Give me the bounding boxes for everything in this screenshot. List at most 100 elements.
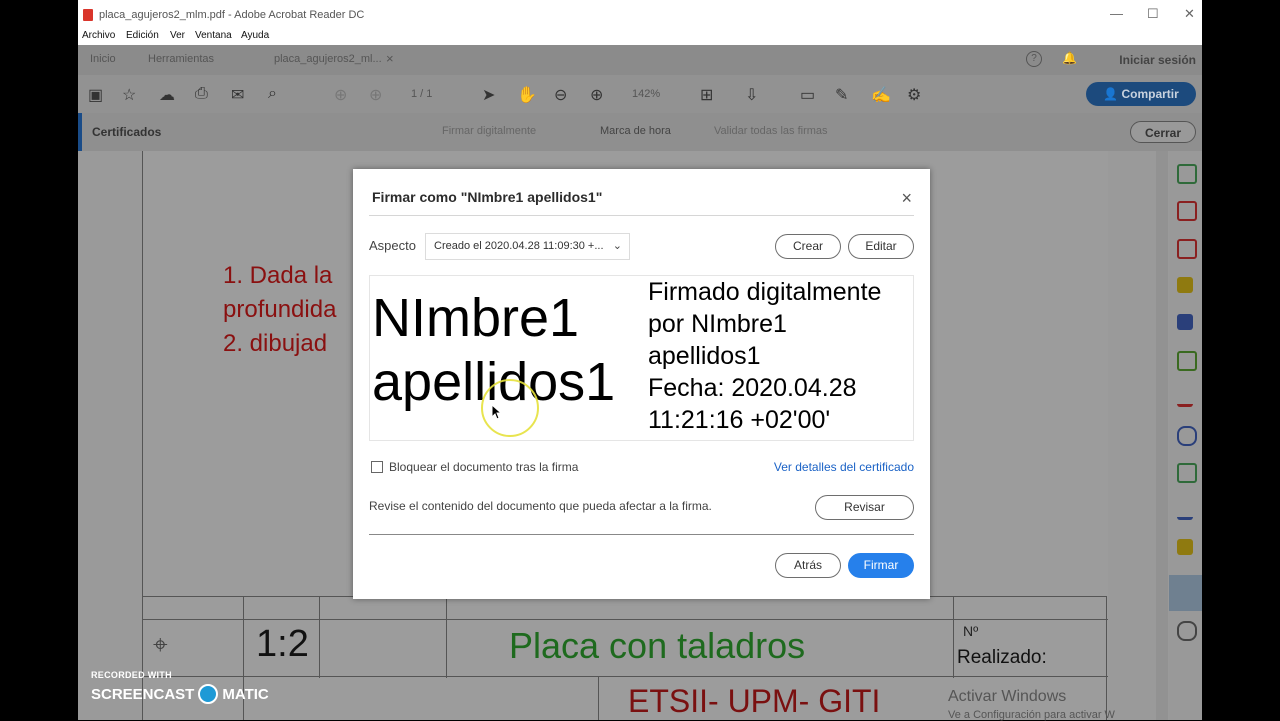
organize-pages-icon[interactable] [1177, 351, 1197, 371]
maximize-icon[interactable]: ☐ [1147, 6, 1159, 22]
comment-icon[interactable]: ▭ [800, 85, 815, 105]
cursor-highlight [481, 379, 539, 437]
validate-signatures-tool[interactable]: Validar todas las firmas [714, 125, 828, 137]
zoom-out-icon[interactable]: ⊖ [554, 85, 567, 105]
timestamp-tool[interactable]: Marca de hora [600, 125, 671, 137]
signature-detail-line: 11:21:16 +02'00' [648, 406, 831, 434]
sign-icon[interactable]: ✍ [871, 85, 891, 105]
dialog-close-icon[interactable]: × [901, 188, 912, 209]
number-label: Nº [963, 623, 979, 639]
projection-symbol-icon: ⌖ [153, 629, 168, 659]
bell-icon[interactable]: 🔔 [1062, 51, 1077, 65]
tools-icon[interactable]: ⚙ [907, 85, 921, 105]
share-icon: 👤 [1103, 87, 1122, 101]
school-label: ETSII- UPM- GITI [628, 683, 881, 719]
send-review-icon[interactable] [1177, 539, 1193, 555]
zoom-level[interactable]: 142% [632, 88, 660, 100]
menu-archivo[interactable]: Archivo [82, 30, 115, 41]
screencast-logo: SCREENCAST MATIC [91, 684, 269, 704]
comment-tool-icon[interactable] [1177, 277, 1193, 293]
signature-detail-line: Firmado digitalmente [648, 278, 882, 306]
tab-herramientas[interactable]: Herramientas [148, 53, 214, 65]
chevron-down-icon: ⌄ [612, 240, 622, 252]
dialog-divider [369, 215, 914, 216]
zoom-in-icon[interactable]: ⊕ [590, 85, 603, 105]
fill-sign-icon[interactable] [1177, 501, 1193, 520]
save-icon[interactable]: ▣ [88, 85, 103, 105]
upload-icon[interactable]: ☁ [159, 85, 175, 105]
star-icon[interactable]: ☆ [122, 85, 136, 105]
title-block-line [143, 676, 1108, 677]
menu-ayuda[interactable]: Ayuda [241, 30, 269, 41]
drawing-scale: 1:2 [256, 623, 309, 665]
review-text: Revise el contenido del documento que pu… [369, 499, 712, 513]
vertical-scrollbar[interactable] [1156, 151, 1168, 720]
pdf-file-icon [83, 9, 93, 21]
title-block-line [319, 596, 320, 678]
close-certificates-button[interactable]: Cerrar [1130, 121, 1196, 143]
logo-right: MATIC [222, 685, 269, 703]
create-pdf-icon[interactable] [1177, 201, 1197, 221]
highlight-icon[interactable]: ✎ [835, 85, 848, 105]
export-pdf-icon[interactable] [1177, 164, 1197, 184]
minimize-icon[interactable]: — [1110, 6, 1123, 21]
drawing-title: Placa con taladros [509, 625, 806, 666]
signature-detail-line: por NImbre1 [648, 310, 787, 338]
certificate-details-link[interactable]: Ver detalles del certificado [774, 460, 914, 474]
title-bar: placa_agujeros2_mlm.pdf - Adobe Acrobat … [78, 0, 1202, 30]
redact-icon[interactable] [1177, 388, 1193, 407]
edit-pdf-icon[interactable] [1177, 239, 1197, 259]
login-link[interactable]: Iniciar sesión [1119, 53, 1196, 67]
tab-close-icon[interactable]: × [386, 51, 394, 66]
title-block-line [143, 619, 1108, 620]
doc-text-line: 1. Dada la [223, 262, 333, 289]
select-cursor-icon[interactable]: ➤ [482, 85, 495, 105]
help-icon[interactable]: ? [1026, 51, 1042, 67]
share-button[interactable]: 👤 Compartir [1086, 82, 1196, 106]
menu-ver[interactable]: Ver [170, 30, 185, 41]
right-tools-panel [1169, 151, 1202, 720]
mail-icon[interactable]: ✉ [231, 85, 244, 105]
fit-page-icon[interactable]: ⊞ [700, 85, 713, 105]
activate-windows-subtitle: Ve a Configuración para activar W [948, 709, 1115, 721]
create-button[interactable]: Crear [775, 234, 841, 259]
title-block-line [598, 676, 599, 720]
menu-edicion[interactable]: Edición [126, 30, 159, 41]
certificates-tool-icon[interactable] [1169, 575, 1202, 611]
combine-files-icon[interactable] [1177, 314, 1193, 330]
mouse-cursor-icon [491, 404, 501, 420]
sign-digitally-tool[interactable]: Firmar digitalmente [442, 125, 536, 137]
title-block-line [446, 596, 447, 678]
aspect-label: Aspecto [369, 238, 416, 253]
aspect-select[interactable]: Creado el 2020.04.28 11:09:30 +... ⌄ [425, 233, 630, 260]
screencast-watermark: RECORDED WITH SCREENCAST MATIC [91, 670, 269, 704]
signature-details: Firmado digitalmente por NImbre1 apellid… [648, 276, 881, 436]
dialog-divider [369, 534, 914, 535]
more-tools-icon[interactable] [1177, 621, 1197, 641]
optimize-pdf-icon[interactable] [1177, 463, 1197, 483]
review-button[interactable]: Revisar [815, 495, 914, 520]
tab-document[interactable]: placa_agujeros2_ml... [274, 53, 382, 65]
hand-icon[interactable]: ✋ [517, 85, 537, 105]
page-up-icon[interactable]: ⊕ [334, 85, 347, 105]
menu-ventana[interactable]: Ventana [195, 30, 232, 41]
lock-document-checkbox[interactable] [371, 461, 383, 473]
sign-button[interactable]: Firmar [848, 553, 914, 578]
close-window-icon[interactable]: ✕ [1184, 6, 1195, 22]
dialog-title: Firmar como "NImbre1 apellidos1" [372, 189, 603, 205]
back-button[interactable]: Atrás [775, 553, 841, 578]
made-by-label: Realizado: [957, 647, 1047, 668]
edit-button[interactable]: Editar [848, 234, 914, 259]
tab-inicio[interactable]: Inicio [90, 53, 116, 65]
print-icon[interactable]: ⎙ [195, 85, 208, 103]
page-down-icon[interactable]: ⊕ [369, 85, 382, 105]
lock-document-label: Bloquear el documento tras la firma [389, 460, 579, 474]
page-indicator[interactable]: 1 / 1 [411, 88, 432, 100]
protect-icon[interactable] [1177, 426, 1197, 446]
search-icon[interactable]: ⌕ [268, 85, 277, 103]
scroll-mode-icon[interactable]: ⇩ [745, 85, 758, 105]
record-dot-icon [198, 684, 219, 704]
window-title: placa_agujeros2_mlm.pdf - Adobe Acrobat … [99, 9, 365, 21]
menu-bar: Archivo Edición Ver Ventana Ayuda [78, 30, 1202, 45]
recorded-with-label: RECORDED WITH [91, 670, 172, 680]
